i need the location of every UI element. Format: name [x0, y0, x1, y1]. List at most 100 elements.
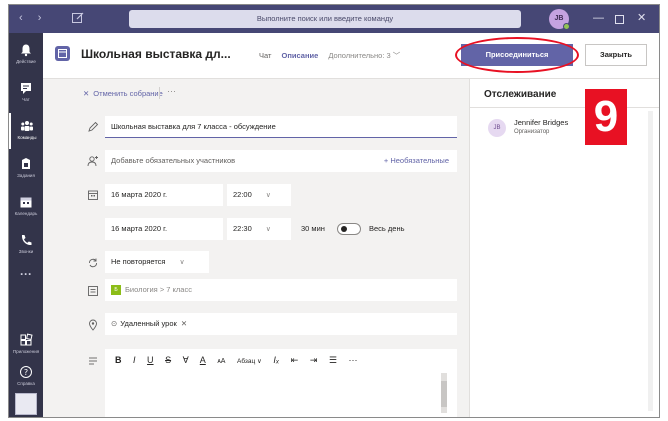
compose-icon[interactable]: [71, 11, 85, 25]
meeting-title: Школьная выставка дл...: [81, 47, 231, 61]
all-day-toggle[interactable]: [337, 223, 361, 235]
chevron-down-icon: ∨: [265, 192, 271, 199]
tracking-title: Отслеживание: [484, 89, 557, 100]
close-button[interactable]: Закрыть: [585, 44, 647, 66]
channel-icon: [88, 286, 98, 296]
start-date-field[interactable]: 16 марта 2020 г.: [105, 184, 223, 206]
meeting-header: Школьная выставка дл... Чат Описание Доп…: [43, 33, 659, 79]
strikethrough-button[interactable]: S: [165, 355, 171, 365]
search-input[interactable]: Выполните поиск или введите команду: [129, 10, 521, 28]
end-time-value: 22:30: [233, 224, 252, 233]
end-time-field[interactable]: 22:30 ∨: [227, 218, 291, 240]
repeat-icon: [89, 258, 97, 268]
description-editor[interactable]: B I U S ∀ A ᴀA Абзац ∨ Iₓ ⇤ ⇥ ☰ ···: [105, 349, 457, 417]
tab-chat[interactable]: Чат: [259, 51, 271, 60]
add-person-icon: [87, 156, 98, 167]
scrollbar-thumb[interactable]: [441, 381, 447, 407]
font-color-button[interactable]: A: [200, 355, 206, 365]
rail-label: Задания: [17, 173, 35, 178]
calendar-icon: [55, 46, 70, 61]
editor-scrollbar[interactable]: [441, 373, 447, 413]
meeting-tabs: Чат Описание Дополнительно: 3 ﹀: [259, 50, 408, 61]
pencil-icon: [88, 121, 99, 132]
nav-arrows[interactable]: ‹ ›: [19, 12, 47, 24]
remove-location-icon[interactable]: ✕: [181, 319, 187, 328]
cancel-meeting-label: Отменить собрание: [93, 89, 163, 98]
highlight-button[interactable]: ∀: [183, 355, 189, 365]
teams-icon: [21, 121, 33, 131]
device-icon[interactable]: [15, 393, 37, 415]
rail-item-teams[interactable]: Команды: [9, 113, 43, 149]
location-field[interactable]: ⊙ Удаленный урок ✕: [105, 313, 457, 335]
channel-team-tag: Б: [111, 285, 121, 296]
location-pin-icon: [89, 319, 97, 331]
format-toolbar: B I U S ∀ A ᴀA Абзац ∨ Iₓ ⇤ ⇥ ☰ ···: [115, 355, 366, 366]
maximize-button[interactable]: [615, 15, 624, 24]
attendee-role: Организатор: [514, 129, 550, 135]
highlight-ellipse: [455, 37, 579, 73]
location-pin-icon: ⊙: [111, 319, 118, 328]
close-window-button[interactable]: ✕: [637, 11, 646, 24]
toggle-knob: [341, 226, 347, 232]
outdent-button[interactable]: ⇤: [291, 355, 299, 365]
rail-label: Действие: [16, 59, 36, 64]
more-options-button[interactable]: ···: [167, 86, 176, 96]
teams-window: ‹ › Выполните поиск или введите команду …: [8, 4, 660, 418]
minimize-button[interactable]: —: [593, 12, 604, 24]
calendar-icon: [20, 197, 32, 208]
italic-button[interactable]: I: [133, 355, 136, 365]
tab-more[interactable]: Дополнительно: 3 ﹀: [328, 51, 400, 60]
attendees-input[interactable]: Добавьте обязательных участников + Необя…: [105, 150, 457, 172]
paragraph-dropdown[interactable]: Абзац ∨: [237, 358, 262, 365]
more-format-button[interactable]: ···: [348, 355, 357, 365]
close-icon: ✕: [83, 89, 90, 98]
rail-item-assignments[interactable]: Задания: [9, 151, 43, 187]
repeat-value: Не повторяется: [111, 257, 166, 266]
indent-button[interactable]: ⇥: [310, 355, 318, 365]
end-date-field[interactable]: 16 марта 2020 г.: [105, 218, 223, 240]
rail-label: Звонки: [18, 249, 34, 254]
calendar-icon: [88, 190, 98, 200]
rail-item-calls[interactable]: Звонки: [9, 227, 43, 263]
chat-icon: [21, 83, 31, 94]
phone-icon: [21, 235, 32, 246]
divider: [470, 107, 659, 108]
start-time-field[interactable]: 22:00 ∨: [227, 184, 291, 206]
attendee-avatar: JB: [488, 119, 506, 137]
rail-item-apps[interactable]: Приложения: [9, 327, 43, 363]
start-time-value: 22:00: [233, 190, 252, 199]
clear-format-button[interactable]: Iₓ: [273, 355, 279, 365]
rail-label: Команды: [17, 135, 37, 140]
underline-button[interactable]: U: [147, 355, 154, 365]
duration-label: 30 мин: [301, 224, 325, 233]
divider: [159, 87, 160, 99]
location-chip: Удаленный урок: [120, 319, 177, 328]
app-rail: Действие Чат Команды Задания Календарь З…: [9, 33, 43, 417]
svg-text:?: ?: [24, 368, 28, 377]
more-apps-button[interactable]: ···: [9, 267, 43, 281]
meeting-form: ✕ Отменить собрание ··· Школьная выставка…: [43, 79, 469, 417]
rail-label: Справка: [17, 381, 35, 386]
bold-button[interactable]: B: [115, 355, 122, 365]
font-size-button[interactable]: ᴀA: [217, 358, 225, 365]
bell-icon: [21, 44, 31, 57]
attendee-name[interactable]: Jennifer Bridges: [514, 118, 568, 127]
rail-item-chat[interactable]: Чат: [9, 75, 43, 111]
channel-path: Биология > 7 класс: [125, 285, 192, 294]
repeat-dropdown[interactable]: Не повторяется ∨: [105, 251, 209, 273]
panel-scrollbar[interactable]: [648, 111, 653, 411]
channel-field[interactable]: Б Биология > 7 класс: [105, 279, 457, 301]
optional-attendees-link[interactable]: + Необязательные: [384, 150, 449, 172]
chevron-down-icon: ∨: [265, 226, 271, 233]
attendees-placeholder: Добавьте обязательных участников: [111, 156, 236, 165]
rail-item-help[interactable]: ? Справка: [9, 359, 43, 395]
rail-item-activity[interactable]: Действие: [9, 37, 43, 73]
cancel-meeting-button[interactable]: ✕ Отменить собрание: [83, 89, 163, 98]
bullet-list-button[interactable]: ☰: [329, 355, 337, 365]
title-input[interactable]: Школьная выставка для 7 класса - обсужде…: [105, 116, 457, 138]
tracking-panel: Отслеживание JB Jennifer Bridges Организ…: [469, 79, 659, 417]
rail-label: Приложения: [12, 349, 40, 354]
presence-icon: [563, 23, 570, 30]
rail-item-calendar[interactable]: Календарь: [9, 189, 43, 225]
tab-details[interactable]: Описание: [282, 51, 319, 60]
